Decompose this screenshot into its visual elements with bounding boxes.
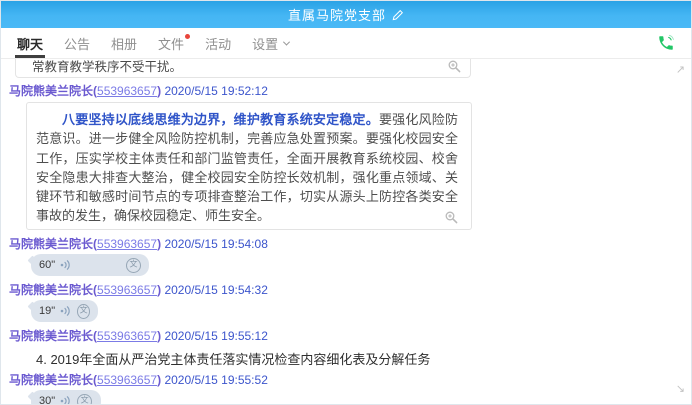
sender-qq-link[interactable]: 553963657 (97, 84, 157, 98)
message-header: 马院熊美兰院长(553963657) 2020/5/15 19:54:08 (9, 238, 691, 251)
card-lead-sentence: 八要坚持以底线思维为边界，维护教育系统安定稳定。 (62, 112, 379, 127)
scroll-up-arrow-icon[interactable]: ↗ (676, 65, 685, 76)
voice-duration: 19" (39, 305, 55, 317)
tab-activities-label: 活动 (205, 34, 231, 53)
paren: ) (157, 84, 161, 98)
scroll-down-arrow-icon[interactable]: ↘ (676, 384, 685, 395)
card-paragraph: 八要坚持以底线思维为边界，维护教育系统安定稳定。要强化风险防范意识。进一步健全风… (36, 110, 458, 226)
chat-message-area: 常教育教学秩序不受干扰。 马院熊美兰院长(553963657) 2020/5/1… (1, 59, 691, 405)
paren: ) (157, 237, 161, 251)
speaker-waves-icon (60, 395, 72, 405)
zoom-in-icon[interactable] (445, 211, 458, 224)
paren: ) (157, 373, 161, 387)
message-timestamp: 2020/5/15 19:55:12 (164, 329, 267, 343)
voice-message-row: 30" 文 (31, 390, 691, 405)
tab-settings[interactable]: 设置 (250, 28, 291, 58)
text-message: 4. 2019年全面从严治党主体责任落实情况检查内容细化表及分解任务 (36, 349, 691, 368)
tab-files-label: 文件 (158, 34, 184, 53)
message-card[interactable]: 八要坚持以底线思维为边界，维护教育系统安定稳定。要强化风险防范意识。进一步健全风… (26, 102, 472, 230)
tab-settings-label: 设置 (252, 34, 278, 53)
speaker-waves-icon (60, 305, 72, 317)
voice-duration: 30" (39, 395, 55, 405)
tab-bar: 聊天 公告 相册 文件 活动 设置 (1, 28, 691, 59)
voice-to-text-icon[interactable]: 文 (77, 394, 92, 405)
chat-window: 直属马院党支部 聊天 公告 相册 文件 活动 设置 (0, 0, 692, 405)
sender-name: 马院熊美兰院长 (9, 283, 93, 297)
paren: ) (157, 329, 161, 343)
tab-announcement[interactable]: 公告 (62, 28, 92, 58)
message-timestamp: 2020/5/15 19:52:12 (164, 84, 267, 98)
tab-announcement-label: 公告 (64, 34, 90, 53)
voice-to-text-icon[interactable]: 文 (77, 304, 90, 319)
voice-message-bubble[interactable]: 19" 文 (31, 300, 98, 322)
tab-activities[interactable]: 活动 (203, 28, 233, 58)
tab-files[interactable]: 文件 (156, 28, 186, 58)
message-header: 马院熊美兰院长(553963657) 2020/5/15 19:54:32 (9, 284, 691, 297)
sender-qq-link[interactable]: 553963657 (97, 329, 157, 343)
message-timestamp: 2020/5/15 19:54:32 (164, 283, 267, 297)
sender-name: 马院熊美兰院长 (9, 329, 93, 343)
voice-message-bubble[interactable]: 60" 文 (31, 254, 149, 276)
voice-duration: 60" (39, 259, 55, 271)
message-card-partial[interactable]: 常教育教学秩序不受干扰。 (15, 59, 471, 78)
tab-album[interactable]: 相册 (109, 28, 139, 58)
message-header: 马院熊美兰院长(553963657) 2020/5/15 19:55:12 (9, 330, 691, 343)
partial-message-text: 常教育教学秩序不受干扰。 (16, 59, 470, 76)
sender-qq-link[interactable]: 553963657 (97, 283, 157, 297)
paren: ) (157, 283, 161, 297)
sender-qq-link[interactable]: 553963657 (97, 373, 157, 387)
phone-icon (657, 34, 675, 52)
chevron-down-icon (283, 38, 290, 45)
message-timestamp: 2020/5/15 19:54:08 (164, 237, 267, 251)
sender-name: 马院熊美兰院长 (9, 373, 93, 387)
tab-chat[interactable]: 聊天 (15, 28, 45, 58)
voice-message-row: 19" 文 (31, 300, 691, 322)
voice-to-text-icon[interactable]: 文 (126, 258, 141, 273)
sender-name: 马院熊美兰院长 (9, 237, 93, 251)
group-title: 直属马院党支部 (288, 5, 386, 24)
notification-dot-icon (185, 34, 190, 39)
tab-chat-label: 聊天 (17, 34, 43, 53)
zoom-in-icon[interactable] (448, 60, 461, 73)
speaker-waves-icon (60, 259, 72, 271)
translate-glyph: 文 (130, 261, 138, 269)
translate-glyph: 文 (81, 397, 89, 405)
translate-glyph: 文 (80, 307, 88, 315)
message-header: 马院熊美兰院长(553963657) 2020/5/15 19:52:12 (9, 85, 691, 98)
card-body-text: 要强化风险防范意识。进一步健全风险防控机制，完善应急处置预案。要强化校园安全工作… (36, 112, 458, 223)
sender-qq-link[interactable]: 553963657 (97, 237, 157, 251)
message-header: 马院熊美兰院长(553963657) 2020/5/15 19:55:52 (9, 374, 691, 387)
title-bar: 直属马院党支部 (1, 1, 691, 28)
voice-message-bubble[interactable]: 30" 文 (31, 390, 101, 405)
voice-call-button[interactable] (657, 28, 675, 58)
edit-title-icon[interactable] (392, 9, 404, 21)
message-timestamp: 2020/5/15 19:55:52 (164, 373, 267, 387)
voice-message-row: 60" 文 (31, 254, 691, 276)
sender-name: 马院熊美兰院长 (9, 84, 93, 98)
tab-album-label: 相册 (111, 34, 137, 53)
